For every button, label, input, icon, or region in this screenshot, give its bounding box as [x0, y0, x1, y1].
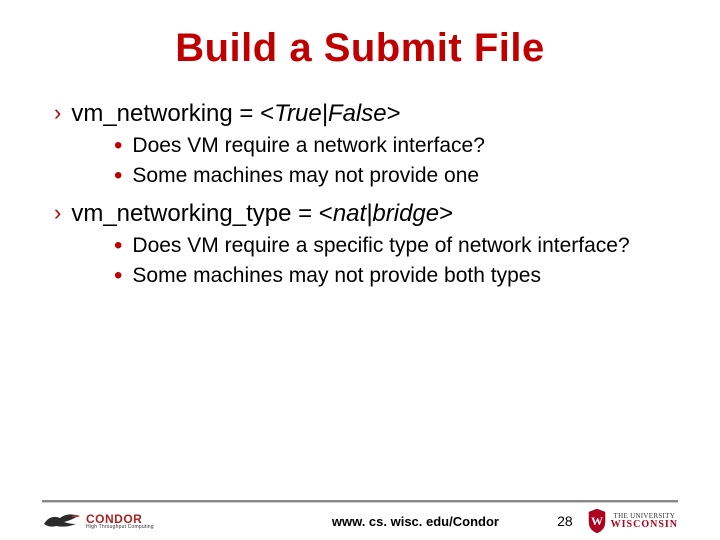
- condor-logo-textblock: CONDOR High Throughput Computing: [86, 512, 154, 530]
- chevron-right-icon: ›: [54, 199, 61, 227]
- condor-logo: CONDOR High Throughput Computing: [42, 510, 154, 532]
- sub-bullet-text: Does VM require a specific type of netwo…: [132, 233, 629, 259]
- sub-bullet-text: Some machines may not provide one: [132, 163, 479, 189]
- bullet-param: nat|bridge: [333, 200, 439, 227]
- bullet-level1: › vm_networking = <True|False>: [50, 99, 670, 129]
- chevron-right-icon: ›: [54, 99, 61, 127]
- bullet-level2: • Some machines may not provide one: [114, 163, 670, 189]
- wisconsin-text: THE UNIVERSITY WISCONSIN: [611, 513, 678, 530]
- bullet-text: vm_networking = <True|False>: [71, 99, 400, 129]
- dot-icon: •: [114, 169, 122, 183]
- bullet-level1: › vm_networking_type = <nat|bridge>: [50, 199, 670, 229]
- bullet-text-a: vm_networking_type = <: [71, 200, 332, 227]
- bullet-level2: • Some machines may not provide both typ…: [114, 263, 670, 289]
- slide-title: Build a Submit File: [0, 26, 720, 71]
- footer-right: 28 W THE UNIVERSITY WISCONSIN: [557, 508, 678, 534]
- sub-bullet-text: Some machines may not provide both types: [132, 263, 541, 289]
- horizontal-rule: [42, 500, 678, 502]
- slide: Build a Submit File › vm_networking = <T…: [0, 26, 720, 540]
- svg-text:W: W: [591, 514, 603, 528]
- wisconsin-logo: W THE UNIVERSITY WISCONSIN: [587, 508, 678, 534]
- bullet-text: vm_networking_type = <nat|bridge>: [71, 199, 453, 229]
- bullet-level2: • Does VM require a specific type of net…: [114, 233, 670, 259]
- slide-footer: CONDOR High Throughput Computing www. cs…: [0, 500, 720, 534]
- sub-bullet-text: Does VM require a network interface?: [132, 133, 485, 159]
- dot-icon: •: [114, 139, 122, 153]
- bullet-text-a: vm_networking = <: [71, 100, 274, 127]
- condor-logo-tagline: High Throughput Computing: [86, 524, 154, 530]
- dot-icon: •: [114, 269, 122, 283]
- slide-body: › vm_networking = <True|False> • Does VM…: [50, 99, 670, 289]
- dot-icon: •: [114, 239, 122, 253]
- bullet-param: True|False: [274, 100, 387, 127]
- wisconsin-bottom: WISCONSIN: [611, 520, 678, 530]
- wisconsin-crest-icon: W: [587, 508, 607, 534]
- condor-bird-icon: [42, 510, 82, 532]
- footer-row: CONDOR High Throughput Computing www. cs…: [0, 508, 720, 534]
- footer-url: www. cs. wisc. edu/Condor: [332, 514, 499, 529]
- page-number: 28: [557, 513, 573, 529]
- bullet-text-b: >: [387, 100, 401, 127]
- bullet-level2: • Does VM require a network interface?: [114, 133, 670, 159]
- bullet-text-b: >: [439, 200, 453, 227]
